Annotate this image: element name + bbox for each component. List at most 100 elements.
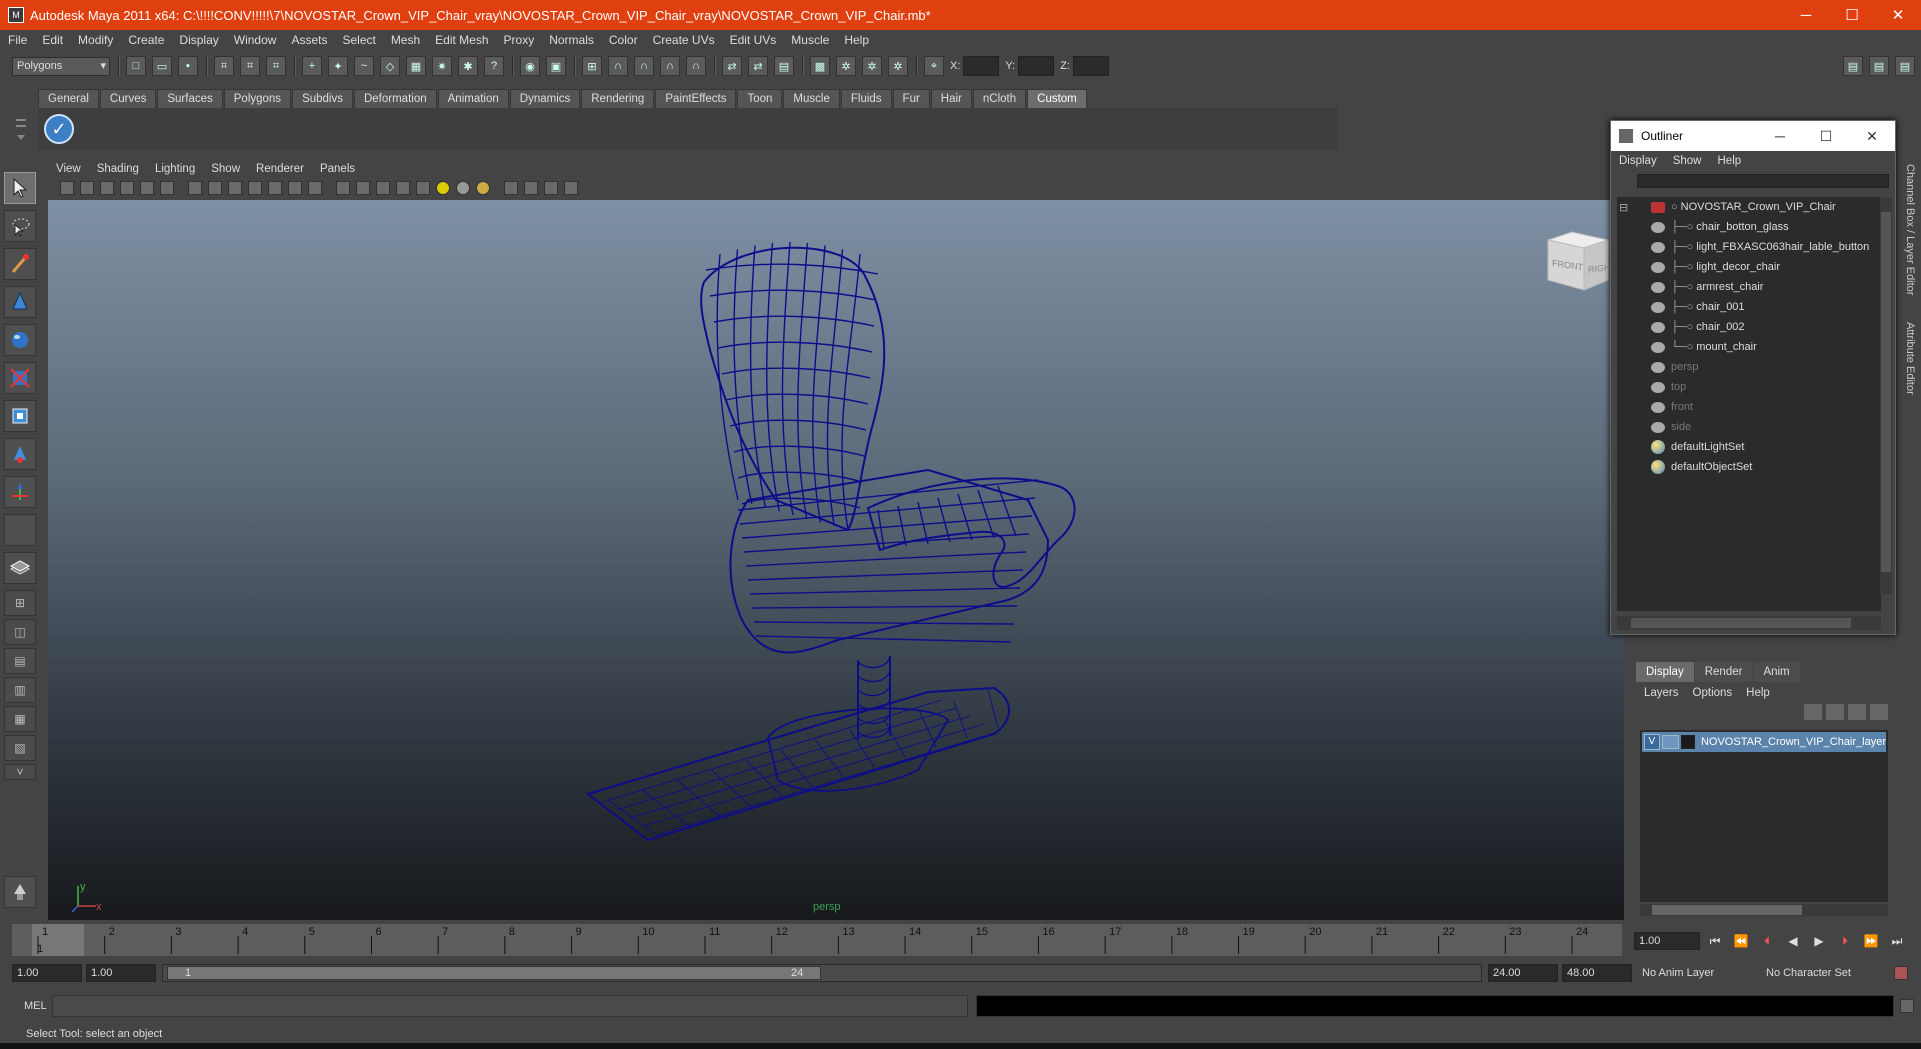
shelf-tab-muscle[interactable]: Muscle bbox=[783, 89, 840, 108]
xray-active-icon[interactable] bbox=[544, 181, 558, 195]
outliner-item[interactable]: ├─○ light_FBXASC063hair_lable_button bbox=[1617, 237, 1881, 257]
menu-color[interactable]: Color bbox=[609, 33, 638, 47]
snap-curve-icon[interactable]: ∩ bbox=[608, 56, 628, 76]
viewport-menu-renderer[interactable]: Renderer bbox=[256, 163, 304, 175]
menu-edit[interactable]: Edit bbox=[42, 33, 63, 47]
lasso-tool-icon[interactable] bbox=[4, 210, 36, 242]
z-field[interactable] bbox=[1072, 56, 1109, 76]
layout-expand-icon[interactable]: ˅ bbox=[4, 764, 36, 780]
menu-assets[interactable]: Assets bbox=[291, 33, 327, 47]
resolution-gate-icon[interactable] bbox=[228, 181, 242, 195]
viewport-menu-show[interactable]: Show bbox=[211, 163, 240, 175]
menu-create[interactable]: Create bbox=[128, 33, 164, 47]
menu-proxy[interactable]: Proxy bbox=[504, 33, 535, 47]
select-component-icon[interactable]: ⌗ bbox=[266, 56, 286, 76]
persp-graph-hypergraph-layout-icon[interactable]: ▦ bbox=[4, 706, 36, 732]
select-curve-icon[interactable]: ~ bbox=[354, 56, 374, 76]
persp-graph-layout-icon[interactable]: ▤ bbox=[4, 648, 36, 674]
hypershade-layout-icon[interactable]: ▥ bbox=[4, 677, 36, 703]
y-field[interactable] bbox=[1018, 56, 1055, 76]
render-current-icon[interactable]: ✲ bbox=[836, 56, 856, 76]
paint-select-tool-icon[interactable] bbox=[4, 248, 36, 280]
bookmarks-icon[interactable] bbox=[100, 181, 114, 195]
scale-tool-icon[interactable] bbox=[4, 362, 36, 394]
outliner-item[interactable]: ├─○ chair_001 bbox=[1617, 297, 1881, 317]
outliner-item[interactable]: ├─○ chair_002 bbox=[1617, 317, 1881, 337]
current-time-field[interactable]: 1.00 bbox=[1634, 932, 1700, 950]
step-back-frame-button[interactable]: ⏪ bbox=[1728, 932, 1754, 950]
channel-box-tab[interactable]: Channel Box / Layer Editor bbox=[1904, 164, 1916, 295]
wireframe-on-shaded-icon[interactable] bbox=[376, 181, 390, 195]
safe-action-icon[interactable] bbox=[288, 181, 302, 195]
gate-mask-icon[interactable] bbox=[248, 181, 262, 195]
soft-modification-icon[interactable] bbox=[4, 438, 36, 470]
use-all-lights-icon[interactable] bbox=[436, 181, 450, 195]
image-plane-icon[interactable] bbox=[120, 181, 134, 195]
shelf-tab-toon[interactable]: Toon bbox=[737, 89, 783, 108]
minimize-button[interactable]: ─ bbox=[1783, 0, 1829, 30]
outliner-item[interactable]: ├─○ armrest_chair bbox=[1617, 277, 1881, 297]
shelf-tab-general[interactable]: General bbox=[38, 89, 99, 108]
shelf-tab-fluids[interactable]: Fluids bbox=[840, 89, 892, 108]
ipr-render-icon[interactable]: ✲ bbox=[862, 56, 882, 76]
shelf-tab-hair[interactable]: Hair bbox=[930, 89, 972, 108]
x-field[interactable] bbox=[963, 56, 1000, 76]
attribute-editor-toggle-icon[interactable]: ▤ bbox=[1843, 56, 1863, 76]
outliner-menu-display[interactable]: Display bbox=[1619, 155, 1657, 167]
field-chart-icon[interactable] bbox=[268, 181, 282, 195]
play-forwards-button[interactable]: ▶ bbox=[1806, 932, 1832, 950]
layer-row[interactable]: V NOVOSTAR_Crown_VIP_Chair_layer bbox=[1642, 732, 1886, 752]
last-tool-slot-icon[interactable] bbox=[4, 514, 36, 546]
animation-start-field[interactable]: 1.00 bbox=[12, 964, 82, 982]
shelf-tab-polygons[interactable]: Polygons bbox=[223, 89, 292, 108]
select-camera-icon[interactable] bbox=[60, 181, 74, 195]
shadows-icon[interactable] bbox=[456, 181, 470, 195]
film-gate-icon[interactable] bbox=[208, 181, 222, 195]
outliner-item[interactable]: defaultObjectSet bbox=[1617, 457, 1881, 477]
rotate-tool-icon[interactable] bbox=[4, 324, 36, 356]
open-scene-icon[interactable]: ▭ bbox=[152, 56, 172, 76]
grid-toggle-icon[interactable] bbox=[188, 181, 202, 195]
menu-set-dropdown[interactable]: Polygons bbox=[12, 56, 110, 76]
menu-modify[interactable]: Modify bbox=[78, 33, 113, 47]
outliner-hscroll-thumb[interactable] bbox=[1631, 618, 1851, 628]
menu-edit-mesh[interactable]: Edit Mesh bbox=[435, 33, 488, 47]
outliner-item[interactable]: front bbox=[1617, 397, 1881, 417]
grease-pencil-icon[interactable] bbox=[160, 181, 174, 195]
make-live-icon[interactable]: ∩ bbox=[686, 56, 706, 76]
viewport-menu-view[interactable]: View bbox=[56, 163, 81, 175]
two-d-pan-zoom-icon[interactable] bbox=[140, 181, 154, 195]
new-layer-from-selected-icon[interactable] bbox=[1870, 704, 1888, 720]
viewport-menu-lighting[interactable]: Lighting bbox=[155, 163, 195, 175]
outliner-persp-layout-icon[interactable]: ▧ bbox=[4, 735, 36, 761]
animation-end-field[interactable]: 48.00 bbox=[1562, 964, 1632, 982]
history-input-icon[interactable]: ⇄ bbox=[722, 56, 742, 76]
perspective-viewport[interactable]: FRONT RIGHT y x persp bbox=[48, 200, 1624, 920]
high-quality-icon[interactable] bbox=[476, 181, 490, 195]
menu-file[interactable]: File bbox=[8, 33, 27, 47]
step-back-key-button[interactable]: ⏴ bbox=[1754, 932, 1780, 950]
range-slider-handle[interactable] bbox=[167, 966, 821, 980]
camera-attributes-icon[interactable] bbox=[80, 181, 94, 195]
preferences-icon[interactable] bbox=[1894, 966, 1908, 980]
select-dynamic-icon[interactable]: ✷ bbox=[432, 56, 452, 76]
new-scene-icon[interactable]: □ bbox=[126, 56, 146, 76]
tool-settings-toggle-icon[interactable]: ▤ bbox=[1869, 56, 1889, 76]
play-backwards-button[interactable]: ◀ bbox=[1780, 932, 1806, 950]
universal-manipulator-icon[interactable] bbox=[4, 400, 36, 432]
select-handle-icon[interactable]: + bbox=[302, 56, 322, 76]
show-manipulator-icon[interactable] bbox=[4, 476, 36, 508]
persp-outliner-layout-icon[interactable]: ◫ bbox=[4, 619, 36, 645]
xray-icon[interactable] bbox=[396, 181, 410, 195]
layer-list-scrollbar[interactable] bbox=[1640, 904, 1888, 916]
menu-window[interactable]: Window bbox=[234, 33, 277, 47]
script-editor-icon[interactable] bbox=[1900, 999, 1914, 1013]
four-pane-layout-icon[interactable]: ⊞ bbox=[4, 590, 36, 616]
menu-create-uvs[interactable]: Create UVs bbox=[653, 33, 715, 47]
playback-end-field[interactable]: 24.00 bbox=[1488, 964, 1558, 982]
outliner-item[interactable]: └─○ mount_chair bbox=[1617, 337, 1881, 357]
soft-select-brush-icon[interactable] bbox=[4, 876, 36, 908]
outliner-horizontal-scrollbar[interactable] bbox=[1617, 616, 1881, 630]
render-settings-icon[interactable]: ✲ bbox=[888, 56, 908, 76]
layer-tab-display[interactable]: Display bbox=[1636, 662, 1694, 682]
